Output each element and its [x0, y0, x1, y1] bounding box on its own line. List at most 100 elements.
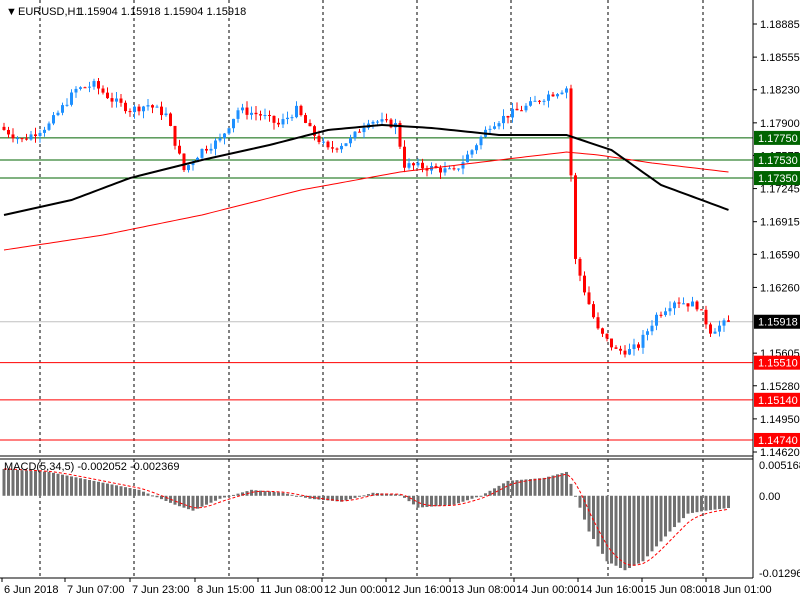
time-label: 6 Jun 2018 — [4, 584, 58, 596]
candle-body — [259, 114, 262, 116]
candle-body — [101, 88, 105, 93]
macd-histogram-bar — [34, 471, 37, 496]
candle-body — [529, 101, 532, 106]
candle-body — [164, 113, 168, 116]
macd-histogram-bar — [214, 495, 217, 501]
candle-body — [223, 133, 226, 139]
macd-histogram-bar — [209, 495, 213, 503]
macd-histogram-bar — [218, 495, 222, 499]
candle-body — [110, 98, 114, 102]
candle-body — [79, 87, 82, 89]
macd-histogram-bar — [691, 495, 694, 513]
candle-body — [506, 115, 510, 118]
price-tick-label: 1.16590 — [760, 249, 800, 261]
price-tick-label: 1.18885 — [760, 19, 800, 31]
macd-histogram-bar — [272, 491, 276, 496]
candle-body — [65, 104, 69, 106]
candle-body — [47, 123, 51, 130]
macd-histogram-bar — [641, 495, 645, 562]
candle-body — [25, 138, 28, 140]
candle-body — [380, 119, 384, 122]
macd-histogram-bar — [547, 476, 550, 496]
candle-body — [628, 349, 631, 355]
macd-histogram-bar — [502, 483, 505, 496]
candle-body — [358, 131, 361, 133]
price-tick-label: 1.18230 — [760, 85, 800, 97]
candle-body — [515, 108, 519, 111]
candle-body — [569, 88, 573, 176]
candle-body — [605, 333, 609, 339]
candle-body — [250, 112, 253, 115]
candle-body — [268, 115, 271, 117]
macd-histogram-bar — [434, 495, 438, 507]
candle-body — [299, 105, 303, 116]
symbol-dropdown-icon[interactable]: ▼ — [6, 6, 17, 18]
macd-histogram-bar — [646, 495, 649, 557]
candle-body — [623, 350, 627, 355]
candle-body — [29, 134, 33, 140]
candle-body — [124, 102, 127, 112]
fast-moving-average-line — [3, 151, 729, 251]
ohlc-readout: 1.15904 1.15918 1.15904 1.15918 — [78, 6, 246, 18]
macd-histogram-bar — [101, 482, 105, 496]
candle-body — [461, 162, 465, 169]
candle-body — [133, 106, 136, 113]
macd-histogram-bar — [596, 495, 600, 547]
level-price-label: 1.17750 — [758, 133, 798, 145]
macd-histogram-bar — [29, 470, 33, 496]
macd-histogram-bar — [322, 495, 325, 501]
candle-body — [245, 107, 249, 115]
candle-body — [556, 94, 559, 97]
macd-histogram-bar — [700, 495, 703, 512]
candle-body — [551, 94, 555, 97]
macd-histogram-bar — [452, 495, 456, 505]
candle-body — [488, 128, 492, 130]
macd-histogram-bar — [286, 493, 289, 496]
candle-body — [74, 88, 78, 93]
macd-histogram-bar — [115, 485, 118, 496]
candle-body — [205, 148, 208, 151]
time-label: 14 Jun 16:00 — [580, 584, 644, 596]
candle-body — [632, 344, 636, 350]
candle-body — [169, 113, 172, 126]
candle-body — [727, 320, 730, 322]
macd-histogram-bar — [673, 495, 676, 528]
candle-body — [578, 258, 582, 276]
candle-body — [2, 126, 6, 130]
macd-histogram-bar — [529, 479, 532, 496]
candle-body — [659, 314, 663, 316]
candle-body — [596, 317, 600, 329]
candle-body — [286, 117, 289, 120]
candle-body — [326, 141, 330, 148]
macd-histogram-bar — [142, 491, 145, 496]
macd-histogram-bar — [196, 495, 199, 509]
candle-body — [155, 106, 159, 108]
macd-histogram-bar — [277, 492, 280, 496]
macd-histogram-bar — [718, 495, 721, 510]
macd-histogram-bar — [457, 495, 460, 504]
price-tick-label: 1.17245 — [760, 184, 800, 196]
candle-body — [16, 138, 19, 140]
chart-canvas[interactable]: 1.188851.185551.182301.179001.175751.172… — [0, 0, 800, 600]
candle-body — [322, 141, 325, 143]
candle-body — [277, 122, 280, 125]
macd-histogram-bar — [362, 495, 366, 497]
macd-histogram-bar — [461, 495, 465, 502]
macd-histogram-bar — [358, 495, 361, 497]
candle-body — [218, 138, 222, 141]
candle-body — [385, 119, 388, 121]
macd-histogram-bar — [295, 495, 298, 497]
candle-body — [655, 314, 658, 326]
candle-body — [362, 127, 366, 133]
macd-histogram-bar — [182, 495, 186, 508]
macd-histogram-bar — [484, 493, 487, 496]
macd-histogram-bar — [439, 495, 442, 506]
macd-histogram-bar — [605, 495, 609, 562]
candle-body — [686, 303, 690, 307]
macd-histogram-bar — [560, 473, 564, 496]
macd-histogram-bar — [20, 470, 24, 496]
candle-body — [142, 106, 145, 112]
candle-body — [403, 146, 406, 168]
time-label: 7 Jun 23:00 — [132, 584, 190, 596]
candle-body — [493, 126, 496, 129]
